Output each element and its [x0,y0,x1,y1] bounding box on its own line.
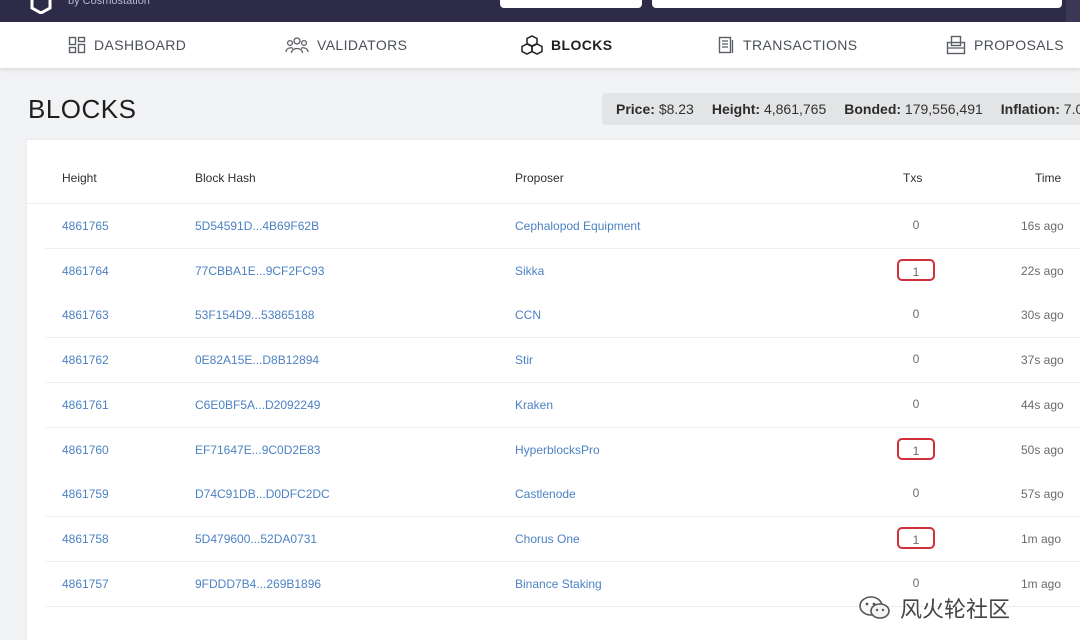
block-height-link[interactable]: 4861759 [62,487,109,501]
page-title: BLOCKS [28,94,137,124]
stat-bonded-label: Bonded: [844,101,902,117]
table-row[interactable]: 4861765 5D54591D...4B69F62B Cephalopod Equ… [45,204,1080,249]
block-height-link[interactable]: 4861757 [62,577,109,591]
column-time[interactable]: Time [1035,171,1061,185]
txs-count: 0 [912,307,920,322]
block-time: 57s ago [1021,487,1064,502]
block-hash-link[interactable]: 5D479600...52DA0731 [195,532,317,546]
stat-height-value: 4,861,765 [763,101,827,117]
nav-dashboard-label: DASHBOARD [94,37,187,53]
block-hash-link[interactable]: 77CBBA1E...9CF2FC93 [195,264,324,278]
proposer-link[interactable]: Kraken [515,398,553,412]
stat-price: Price: $8.23 [616,101,694,117]
block-height-link[interactable]: 4861764 [62,264,109,278]
nav-validators-label: VALIDATORS [317,37,408,53]
stat-inflation-value: 7.00% [1063,101,1080,117]
block-time: 50s ago [1021,442,1064,457]
nav-validators[interactable]: VALIDATORS [285,22,407,68]
main-nav: DASHBOARD VALIDATORS BLOCKS TRANSACTIONS [0,22,1080,68]
nav-proposals-label: PROPOSALS [974,37,1064,53]
block-hash-link[interactable]: 53F154D9...53865188 [195,308,314,322]
stat-inflation: Inflation: 7.00% [1001,101,1080,117]
table-row[interactable]: 4861758 5D479600...52DA0731 Chorus One 1 1m … [45,517,1080,562]
transactions-icon [718,36,734,54]
txs-count: 0 [912,352,920,367]
proposer-link[interactable]: Binance Staking [515,577,602,591]
table-row[interactable]: 4861759 D74C91DB...D0DFC2DC Castlenode 0 57s… [45,472,1080,518]
wechat-icon [859,596,890,619]
network-select[interactable] [500,0,642,8]
nav-dashboard[interactable]: DASHBOARD [68,22,186,68]
proposer-link[interactable]: Stir [515,353,533,367]
stat-bonded: Bonded: 179,556,491 [844,101,983,117]
block-hash-link[interactable]: 0E82A15E...D8B12894 [195,353,319,367]
column-height[interactable]: Height [62,171,97,185]
brand-subtitle: by Cosmostation [68,0,150,7]
block-time: 37s ago [1021,353,1064,368]
block-hash-link[interactable]: D74C91DB...D0DFC2DC [195,487,330,501]
column-txs[interactable]: Txs [903,171,922,185]
stat-height: Height: 4,861,765 [712,101,826,117]
table-row[interactable]: 4861763 53F154D9...53865188 CCN 0 30s ago [45,293,1080,339]
block-time: 30s ago [1021,308,1064,323]
blocks-icon [521,35,543,55]
proposer-link[interactable]: Castlenode [515,487,576,501]
table-row[interactable]: 4861761 C6E0BF5A...D2092249 Kraken 0 44s ago [45,382,1080,428]
block-time: 1m ago [1021,531,1062,546]
table-row[interactable]: 4861760 EF71647E...9C0D2E83 HyperblocksPro… [45,428,1080,473]
proposer-link[interactable]: CCN [515,308,541,322]
stat-height-label: Height: [711,101,761,117]
block-height-link[interactable]: 4861760 [62,443,109,457]
block-height-link[interactable]: 4861763 [62,308,109,322]
blocks-table: Height Block Hash Proposer Txs Time 4861… [27,140,1080,640]
block-height-link[interactable]: 4861758 [62,532,109,546]
stat-bonded-value: 179,556,491 [904,101,983,117]
proposer-link[interactable]: Sikka [515,264,544,278]
dashboard-icon [68,36,86,54]
nav-proposals[interactable]: PROPOSALS [946,22,1064,68]
stat-inflation-label: Inflation: [1000,101,1060,117]
top-bar: by Cosmostation [0,0,1080,22]
block-height-link[interactable]: 4861762 [62,353,109,367]
column-block-hash[interactable]: Block Hash [195,171,256,185]
stat-price-value: $8.23 [658,101,694,117]
block-time: 1m ago [1021,576,1062,591]
block-hash-link[interactable]: C6E0BF5A...D2092249 [195,398,320,412]
nav-transactions[interactable]: TRANSACTIONS [717,22,857,68]
search-input[interactable] [652,0,1062,8]
txs-count: 0 [912,218,920,232]
txs-count: 1 [897,258,935,281]
column-proposer[interactable]: Proposer [515,171,564,185]
nav-transactions-label: TRANSACTIONS [743,37,858,53]
proposer-link[interactable]: Chorus One [515,532,580,546]
stats-bar: Price: $8.23 Height: 4,861,765 Bonded: 1… [602,93,1080,125]
proposer-link[interactable]: Cephalopod Equipment [515,219,640,233]
stat-price-label: Price: [616,101,655,117]
watermark: 风火轮社区 [858,592,1010,624]
txs-count: 1 [897,437,935,460]
txs-count: 0 [912,396,920,411]
nav-blocks[interactable]: BLOCKS [521,22,613,68]
txs-count: 1 [897,526,935,549]
block-hash-link[interactable]: 5D54591D...4B69F62B [195,219,319,233]
cosmostation-logo-icon[interactable] [30,0,52,14]
block-hash-link[interactable]: EF71647E...9C0D2E83 [195,443,320,457]
proposer-link[interactable]: HyperblocksPro [515,443,600,457]
txs-count: 0 [912,486,920,501]
watermark-text: 风火轮社区 [900,598,1011,623]
table-row[interactable]: 4861762 0E82A15E...D8B12894 Stir 0 37s ago [45,338,1080,384]
block-time: 44s ago [1021,397,1064,412]
nav-blocks-label: BLOCKS [551,37,613,53]
block-hash-link[interactable]: 9FDDD7B4...269B1896 [195,577,321,591]
block-height-link[interactable]: 4861761 [62,398,109,412]
txs-count: 0 [912,575,920,590]
table-header: Height Block Hash Proposer Txs Time [27,140,1080,204]
table-row[interactable]: 4861764 77CBBA1E...9CF2FC93 Sikka 1 22s ago [45,249,1080,294]
block-time: 22s ago [1021,263,1064,278]
validators-icon [285,37,309,54]
block-height-link[interactable]: 4861765 [62,219,109,233]
block-time: 16s ago [1021,219,1064,233]
scrollbar[interactable] [1066,0,1080,22]
proposals-icon [946,35,966,55]
